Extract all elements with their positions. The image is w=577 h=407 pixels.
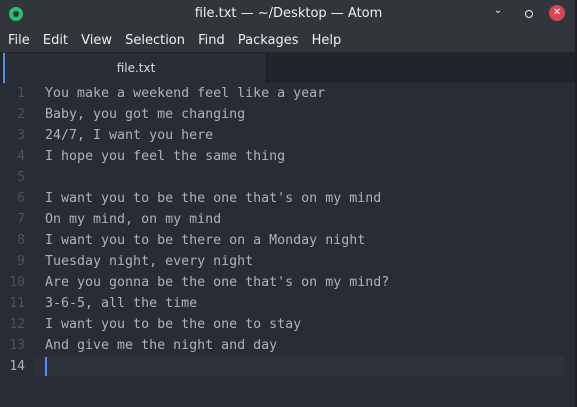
code-line: Baby, you got me changing [45, 107, 246, 122]
current-line-highlight [34, 356, 564, 377]
close-button[interactable]: ✕ [549, 5, 565, 21]
minimize-button[interactable]: ⌄ [490, 3, 506, 19]
menu-bar: File Edit View Selection Find Packages H… [0, 29, 577, 53]
code-line: I hope you feel the same thing [45, 149, 286, 164]
menu-help[interactable]: Help [309, 29, 345, 52]
code-line: 3-6-5, all the time [45, 296, 198, 311]
title-bar: file.txt — ~/Desktop — Atom ⌄ ✕ [0, 0, 577, 29]
line-number: 8 [17, 233, 25, 248]
line-number: 11 [9, 296, 25, 311]
menu-file[interactable]: File [5, 29, 33, 52]
menu-packages[interactable]: Packages [235, 29, 302, 52]
line-number: 4 [17, 149, 25, 164]
code-line: Tuesday night, every night [45, 254, 254, 269]
line-number: 6 [17, 191, 25, 206]
text-editor[interactable]: 1 2 3 4 5 6 7 8 9 10 11 12 13 14 You mak… [0, 83, 577, 407]
tab-label: file.txt [116, 61, 156, 75]
line-number: 10 [9, 275, 25, 290]
code-line: And give me the night and day [45, 338, 278, 353]
menu-edit[interactable]: Edit [40, 29, 71, 52]
code-line: Are you gonna be the one that's on my mi… [45, 275, 390, 290]
code-line: You make a weekend feel like a year [45, 86, 326, 101]
tab-file-txt[interactable]: file.txt [3, 53, 267, 83]
code-line: I want you to be the one that's on my mi… [45, 191, 382, 206]
line-number: 13 [9, 338, 25, 353]
line-number: 1 [17, 86, 25, 101]
line-number: 7 [17, 212, 25, 227]
line-number: 12 [9, 317, 25, 332]
code-line: I want you to be there on a Monday night [45, 233, 366, 248]
maximize-button[interactable] [520, 5, 536, 21]
code-line: 24/7, I want you here [45, 128, 214, 143]
line-number: 3 [17, 128, 25, 143]
tab-bar: file.txt [0, 53, 577, 83]
line-number: 9 [17, 254, 25, 269]
line-number: 2 [17, 107, 25, 122]
code-line: On my mind, on my mind [45, 212, 222, 227]
code-line: I want you to be the one to stay [45, 317, 302, 332]
line-number-current: 14 [9, 359, 25, 374]
line-number: 5 [17, 170, 25, 185]
menu-view[interactable]: View [78, 29, 115, 52]
menu-selection[interactable]: Selection [122, 29, 188, 52]
menu-find[interactable]: Find [195, 29, 228, 52]
text-cursor [45, 357, 47, 376]
tab-separator [266, 53, 267, 83]
